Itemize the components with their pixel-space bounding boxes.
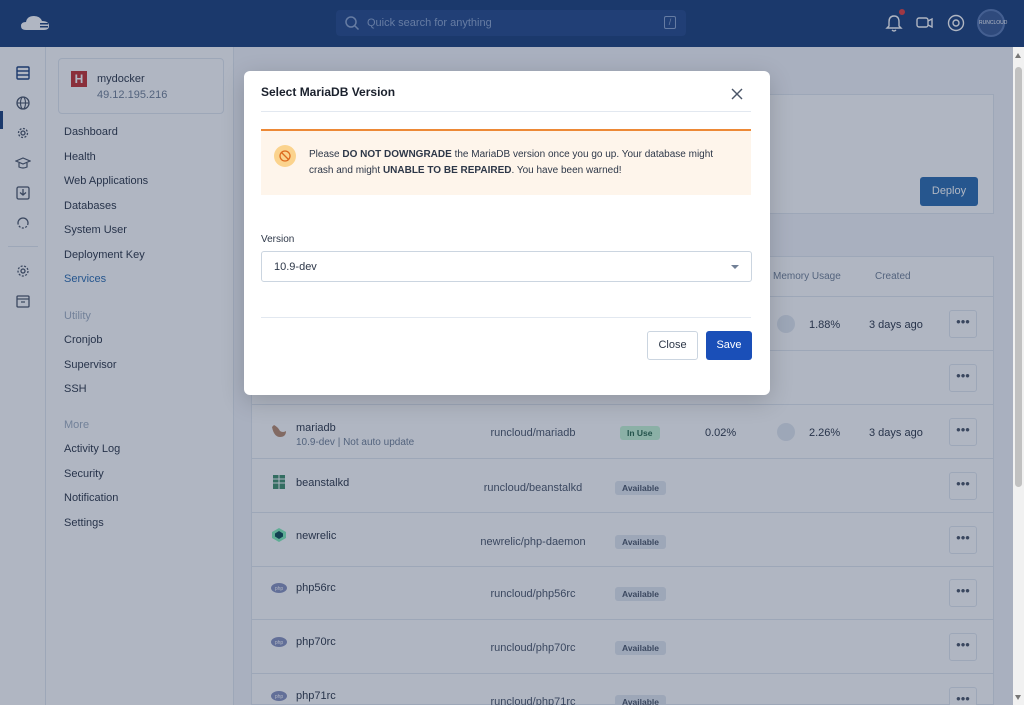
save-button[interactable]: Save (706, 331, 752, 360)
warning-alert: Please DO NOT DOWNGRADE the MariaDB vers… (261, 129, 751, 195)
modal-title: Select MariaDB Version (261, 85, 396, 99)
version-label: Version (261, 234, 295, 245)
modal-divider (261, 111, 751, 112)
version-select[interactable]: 10.9-dev (261, 251, 752, 282)
ban-icon (274, 145, 296, 167)
modal-footer-divider (261, 317, 751, 318)
warning-message: Please DO NOT DOWNGRADE the MariaDB vers… (309, 149, 714, 176)
warning-emphasis-downgrade: DO NOT DOWNGRADE (342, 149, 452, 160)
close-icon[interactable] (730, 87, 744, 101)
scroll-up-arrow-icon[interactable] (1015, 53, 1021, 58)
scroll-down-arrow-icon[interactable] (1015, 695, 1021, 700)
chevron-down-icon (731, 265, 739, 269)
select-version-modal: Select MariaDB Version Please DO NOT DOW… (244, 71, 770, 395)
version-selected-value: 10.9-dev (274, 261, 317, 273)
page-scrollbar[interactable] (1013, 47, 1024, 705)
close-button[interactable]: Close (647, 331, 698, 360)
warning-emphasis-unrepairable: UNABLE TO BE REPAIRED (382, 165, 512, 176)
scrollbar-thumb[interactable] (1015, 67, 1022, 487)
